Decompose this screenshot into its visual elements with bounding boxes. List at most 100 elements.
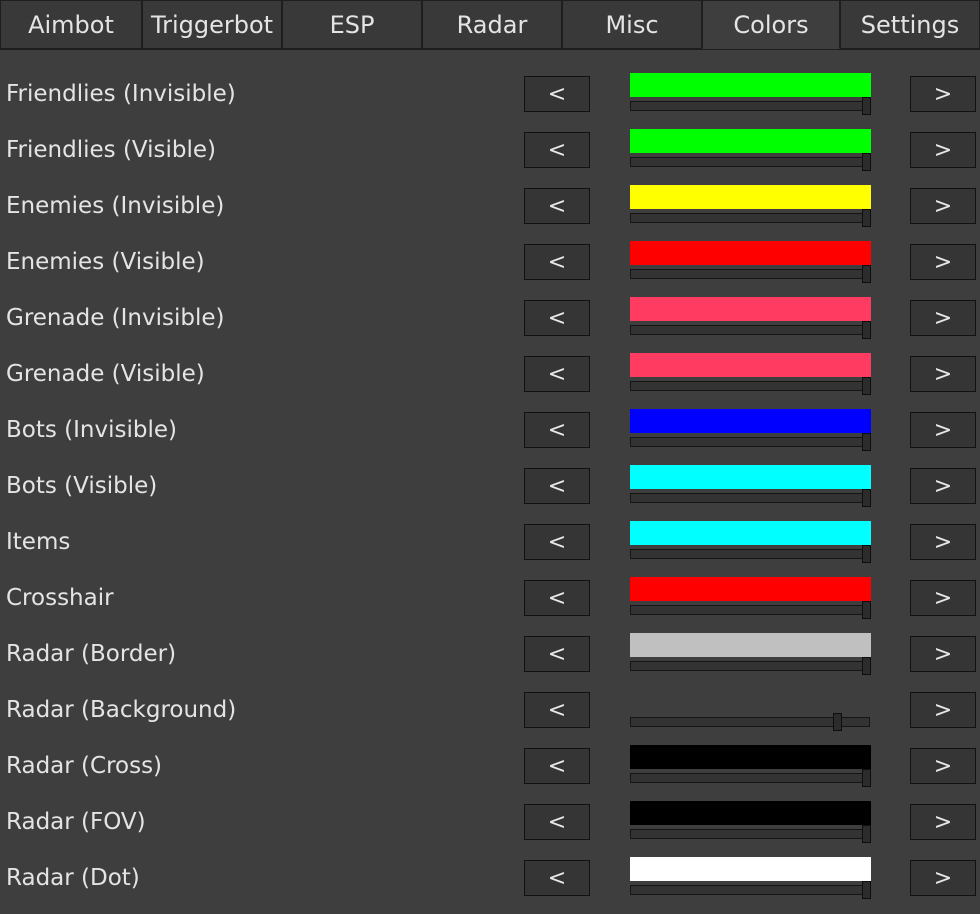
prev-color-button[interactable]: <: [524, 412, 590, 448]
alpha-slider[interactable]: [630, 657, 871, 675]
color-label: Radar (Border): [6, 641, 177, 667]
prev-color-button[interactable]: <: [524, 692, 590, 728]
next-color-button[interactable]: >: [910, 412, 976, 448]
color-swatch: [630, 73, 871, 97]
color-row-radar-background: Radar (Background) < >: [0, 689, 980, 745]
alpha-slider-thumb[interactable]: [862, 489, 871, 507]
alpha-slider-thumb[interactable]: [862, 657, 871, 675]
alpha-slider-thumb[interactable]: [862, 377, 871, 395]
alpha-slider-thumb[interactable]: [862, 209, 871, 227]
color-row-grenade-visible: Grenade (Visible) < >: [0, 353, 980, 409]
next-color-button[interactable]: >: [910, 132, 976, 168]
alpha-slider-thumb[interactable]: [862, 545, 871, 563]
next-color-button[interactable]: >: [910, 860, 976, 896]
alpha-slider[interactable]: [630, 153, 871, 171]
color-label: Grenade (Invisible): [6, 305, 225, 331]
color-label: Bots (Visible): [6, 473, 158, 499]
next-color-button[interactable]: >: [910, 524, 976, 560]
alpha-slider[interactable]: [630, 209, 871, 227]
color-swatch: [630, 129, 871, 153]
color-row-friendlies-visible: Friendlies (Visible) < >: [0, 129, 980, 185]
color-label: Friendlies (Invisible): [6, 81, 236, 107]
prev-color-button[interactable]: <: [524, 804, 590, 840]
alpha-slider[interactable]: [630, 97, 871, 115]
color-row-bots-invisible: Bots (Invisible) < >: [0, 409, 980, 465]
alpha-slider[interactable]: [630, 489, 871, 507]
color-swatch: [630, 353, 871, 377]
color-label: Grenade (Visible): [6, 361, 205, 387]
alpha-slider-thumb[interactable]: [833, 713, 843, 731]
next-color-button[interactable]: >: [910, 244, 976, 280]
next-color-button[interactable]: >: [910, 188, 976, 224]
alpha-slider[interactable]: [630, 881, 871, 899]
tab-colors[interactable]: Colors: [702, 0, 840, 49]
prev-color-button[interactable]: <: [524, 244, 590, 280]
tab-radar[interactable]: Radar: [422, 0, 562, 49]
alpha-slider-thumb[interactable]: [862, 825, 871, 843]
prev-color-button[interactable]: <: [524, 748, 590, 784]
alpha-slider[interactable]: [630, 825, 871, 843]
prev-color-button[interactable]: <: [524, 636, 590, 672]
next-color-button[interactable]: >: [910, 692, 976, 728]
tab-bar: Aimbot Triggerbot ESP Radar Misc Colors Settin…: [0, 0, 980, 51]
alpha-slider-thumb[interactable]: [862, 881, 871, 899]
alpha-slider[interactable]: [630, 713, 870, 731]
alpha-slider[interactable]: [630, 433, 871, 451]
color-swatch: [630, 633, 871, 657]
color-swatch: [630, 857, 871, 881]
next-color-button[interactable]: >: [910, 300, 976, 336]
tab-settings[interactable]: Settings: [840, 0, 980, 49]
alpha-slider-thumb[interactable]: [862, 769, 871, 787]
alpha-slider[interactable]: [630, 545, 871, 563]
alpha-slider[interactable]: [630, 601, 871, 619]
tab-aimbot[interactable]: Aimbot: [0, 0, 142, 49]
color-swatch: [630, 521, 871, 545]
color-label: Bots (Invisible): [6, 417, 177, 443]
color-swatch: [630, 689, 871, 713]
alpha-slider-thumb[interactable]: [862, 433, 871, 451]
color-row-radar-dot: Radar (Dot) < >: [0, 857, 980, 913]
alpha-slider-thumb[interactable]: [862, 601, 871, 619]
color-swatch: [630, 297, 871, 321]
color-label: Items: [6, 529, 71, 555]
color-swatch: [630, 745, 871, 769]
color-label: Enemies (Invisible): [6, 193, 225, 219]
color-row-radar-cross: Radar (Cross) < >: [0, 745, 980, 801]
color-label: Radar (FOV): [6, 809, 146, 835]
next-color-button[interactable]: >: [910, 76, 976, 112]
prev-color-button[interactable]: <: [524, 860, 590, 896]
alpha-slider[interactable]: [630, 321, 871, 339]
next-color-button[interactable]: >: [910, 636, 976, 672]
alpha-slider-thumb[interactable]: [862, 97, 871, 115]
prev-color-button[interactable]: <: [524, 188, 590, 224]
alpha-slider-thumb[interactable]: [862, 265, 871, 283]
alpha-slider-thumb[interactable]: [862, 321, 871, 339]
color-label: Radar (Cross): [6, 753, 163, 779]
alpha-slider-thumb[interactable]: [862, 153, 871, 171]
next-color-button[interactable]: >: [910, 468, 976, 504]
color-label: Enemies (Visible): [6, 249, 205, 275]
prev-color-button[interactable]: <: [524, 132, 590, 168]
alpha-slider[interactable]: [630, 265, 871, 283]
prev-color-button[interactable]: <: [524, 468, 590, 504]
prev-color-button[interactable]: <: [524, 76, 590, 112]
tab-esp[interactable]: ESP: [282, 0, 422, 49]
color-swatch: [630, 185, 871, 209]
next-color-button[interactable]: >: [910, 804, 976, 840]
prev-color-button[interactable]: <: [524, 580, 590, 616]
tab-triggerbot[interactable]: Triggerbot: [142, 0, 282, 49]
color-row-radar-fov: Radar (FOV) < >: [0, 801, 980, 857]
color-label: Radar (Background): [6, 697, 237, 723]
alpha-slider[interactable]: [630, 377, 871, 395]
next-color-button[interactable]: >: [910, 356, 976, 392]
alpha-slider[interactable]: [630, 769, 871, 787]
prev-color-button[interactable]: <: [524, 300, 590, 336]
color-row-crosshair: Crosshair < >: [0, 577, 980, 633]
next-color-button[interactable]: >: [910, 748, 976, 784]
color-row-items: Items < >: [0, 521, 980, 577]
tab-misc[interactable]: Misc: [562, 0, 702, 49]
color-swatch: [630, 577, 871, 601]
prev-color-button[interactable]: <: [524, 524, 590, 560]
next-color-button[interactable]: >: [910, 580, 976, 616]
prev-color-button[interactable]: <: [524, 356, 590, 392]
